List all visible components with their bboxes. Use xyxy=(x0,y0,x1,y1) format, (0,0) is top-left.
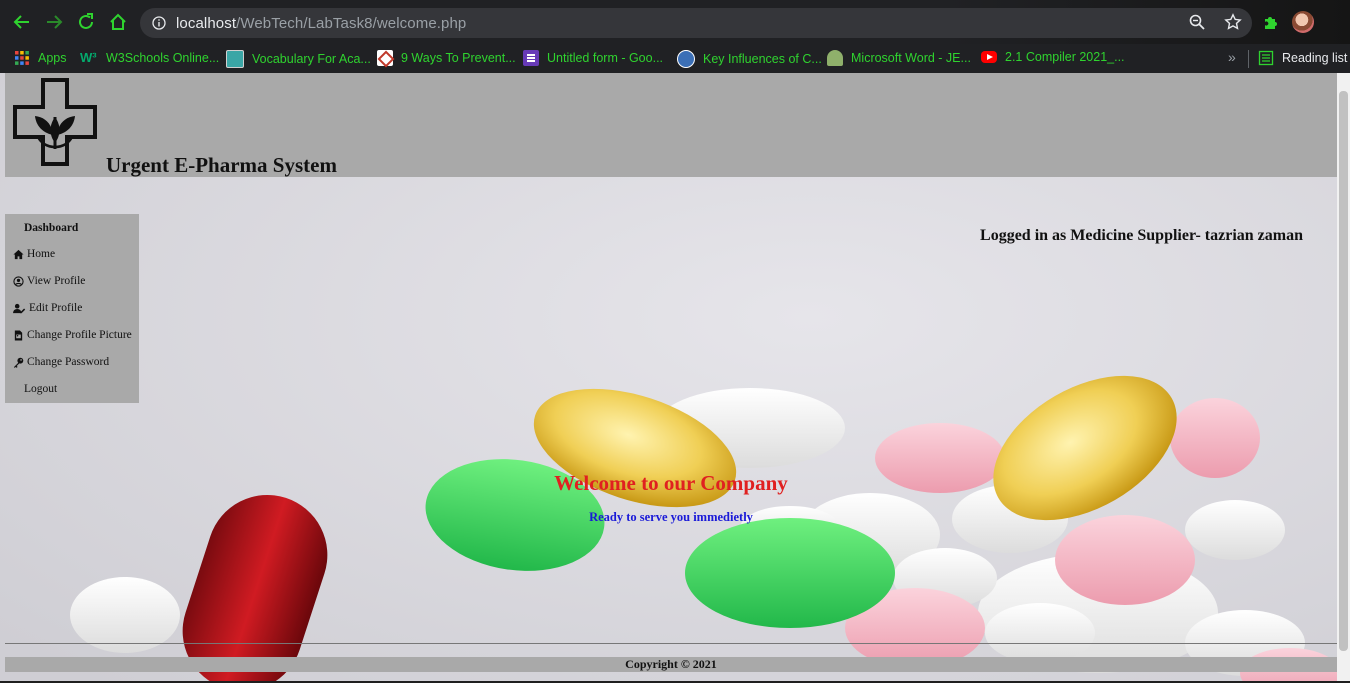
welcome-tagline: Ready to serve you immedietly xyxy=(589,510,753,524)
arrow-right-icon xyxy=(47,15,63,29)
bookmark-compiler[interactable]: 2.1 Compiler 2021_... xyxy=(981,50,1125,64)
home-button[interactable] xyxy=(107,11,129,33)
reading-list-icon xyxy=(1258,50,1274,66)
info-icon[interactable] xyxy=(152,16,166,30)
logged-in-status: Logged in as Medicine Supplier- tazrian … xyxy=(980,227,1303,244)
reading-list-button[interactable]: Reading list xyxy=(1248,50,1347,68)
zoom-icon[interactable] xyxy=(1188,13,1206,31)
bookmark-w3schools[interactable]: W³ W3Schools Online... xyxy=(80,50,219,66)
site-footer: Copyright © 2021 xyxy=(5,657,1337,672)
site-header: Urgent E-Pharma System xyxy=(5,73,1337,177)
user-edit-icon xyxy=(13,303,26,313)
site-title: Urgent E-Pharma System xyxy=(106,153,337,177)
bookmarks-bar: Apps W³ W3Schools Online... Vocabulary F… xyxy=(0,44,1350,73)
pharmacy-logo-icon xyxy=(13,78,97,166)
prevent-site-icon xyxy=(377,50,395,68)
profile-avatar[interactable] xyxy=(1292,11,1314,33)
welcome-heading: Welcome to our Company xyxy=(554,471,788,495)
user-circle-icon xyxy=(13,275,24,287)
back-button[interactable] xyxy=(11,11,33,33)
star-bookmark-icon[interactable] xyxy=(1224,13,1242,31)
key-icon xyxy=(13,357,24,368)
sidebar-item-view-profile[interactable]: View Profile xyxy=(13,275,85,287)
sidebar-item-edit-profile[interactable]: Edit Profile xyxy=(13,302,82,314)
google-forms-icon xyxy=(523,50,539,66)
dashboard-sidebar: Dashboard Home View Profile Edit Profile… xyxy=(5,214,139,403)
more-bookmarks-chevron-icon[interactable]: » xyxy=(1228,49,1236,65)
reload-icon xyxy=(79,13,93,29)
bookmark-vocabulary[interactable]: Vocabulary For Aca... xyxy=(226,50,371,68)
vertical-scrollbar[interactable] xyxy=(1337,73,1350,683)
bookmark-9-ways[interactable]: 9 Ways To Prevent... xyxy=(377,50,516,68)
bookmark-apps[interactable]: Apps xyxy=(14,50,67,66)
w3schools-icon: W³ xyxy=(80,50,97,65)
sidebar-title: Dashboard xyxy=(24,222,79,234)
url-text[interactable]: localhost/WebTech/LabTask8/welcome.php xyxy=(176,15,466,32)
word-doc-icon xyxy=(827,50,843,66)
page-viewport: Urgent E-Pharma System Dashboard Home Vi… xyxy=(0,73,1350,683)
sidebar-item-change-profile-picture[interactable]: Change Profile Picture xyxy=(13,329,132,341)
footer-divider xyxy=(5,643,1337,644)
divider xyxy=(1248,50,1249,68)
sidebar-item-logout[interactable]: Logout xyxy=(24,383,57,395)
apps-grid-icon xyxy=(15,51,29,65)
home-icon xyxy=(13,249,24,259)
vocabulary-site-icon xyxy=(226,50,244,68)
house-icon xyxy=(110,13,126,30)
browser-toolbar: localhost/WebTech/LabTask8/welcome.php xyxy=(0,0,1350,44)
key-influences-icon xyxy=(677,50,695,68)
arrow-left-icon xyxy=(13,15,29,29)
youtube-icon xyxy=(981,51,997,63)
file-image-icon xyxy=(14,329,23,341)
address-bar[interactable]: localhost/WebTech/LabTask8/welcome.php xyxy=(140,8,1252,38)
sidebar-item-home[interactable]: Home xyxy=(13,248,55,260)
extensions-puzzle-icon[interactable] xyxy=(1262,13,1280,31)
forward-button[interactable] xyxy=(43,11,65,33)
bookmark-untitled-form[interactable]: Untitled form - Goo... xyxy=(523,50,663,66)
reload-button[interactable] xyxy=(75,11,97,33)
sidebar-item-change-password[interactable]: Change Password xyxy=(13,356,109,368)
bookmark-key-influences[interactable]: Key Influences of C... xyxy=(677,50,822,68)
bookmark-microsoft-word[interactable]: Microsoft Word - JE... xyxy=(827,50,971,66)
scrollbar-thumb[interactable] xyxy=(1339,91,1348,651)
